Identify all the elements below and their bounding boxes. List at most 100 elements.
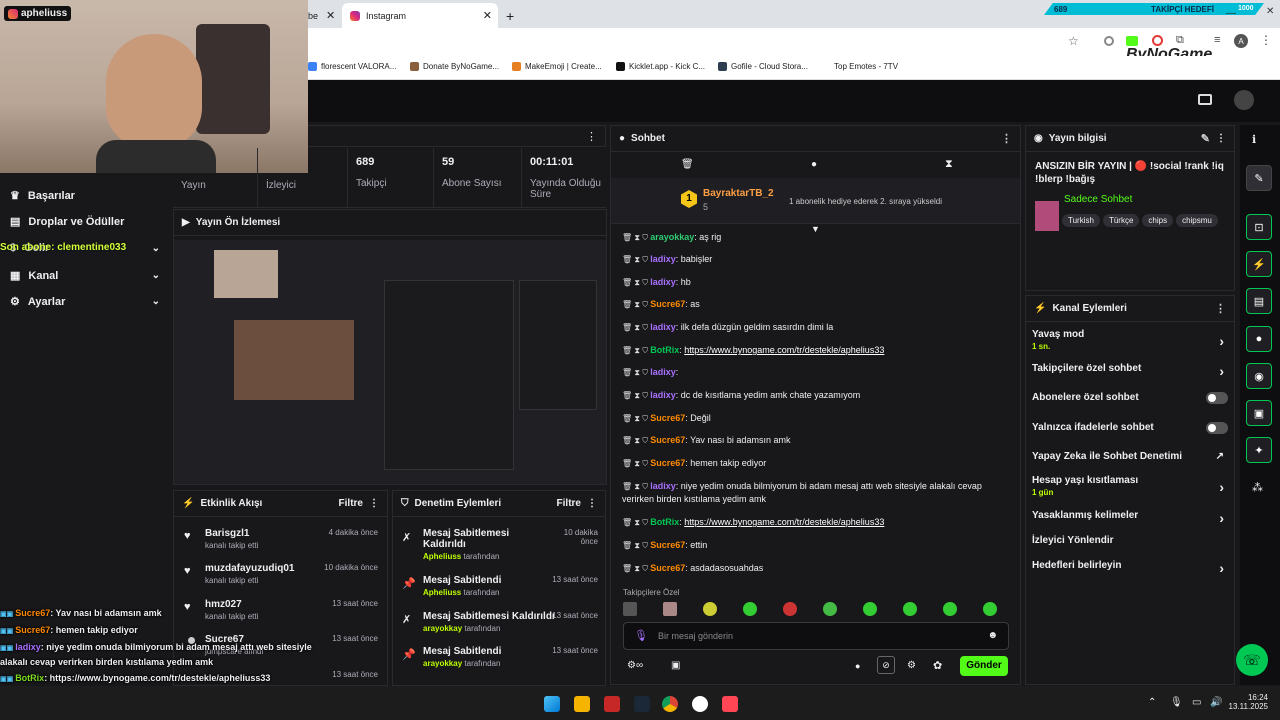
- menu-dots-icon[interactable]: ⋮: [587, 498, 597, 509]
- bookmark[interactable]: Donate ByNoGame...: [410, 62, 499, 71]
- chat-username[interactable]: Sucre67: [650, 299, 685, 309]
- filter-button[interactable]: Filtre: [557, 498, 581, 509]
- sidebar-item-drops[interactable]: ▤ Droplar ve Ödüller: [10, 215, 160, 229]
- volume-icon[interactable]: 🔊: [1210, 697, 1222, 708]
- channel-action-row[interactable]: Abonelere özel sohbet: [1032, 392, 1228, 404]
- support-icon[interactable]: ☏: [1236, 644, 1268, 676]
- screen-icon[interactable]: [1198, 94, 1212, 105]
- chat-username[interactable]: ladixy: [650, 367, 676, 377]
- chat-username[interactable]: ladixy: [650, 481, 676, 491]
- chat-username[interactable]: ladixy: [650, 277, 676, 287]
- mod-icons[interactable]: 🗑 ⧗ ⛉: [622, 436, 650, 445]
- menu-dots-icon[interactable]: ⋮: [1260, 33, 1272, 47]
- chat-username[interactable]: Sucre67: [650, 540, 685, 550]
- tag[interactable]: Turkish: [1062, 214, 1100, 227]
- record-extension-icon[interactable]: [1152, 35, 1163, 46]
- mod-user[interactable]: Apheliuss: [423, 552, 461, 561]
- mod-icons[interactable]: 🗑 ⧗ ⛉: [622, 278, 650, 287]
- trash-icon[interactable]: 🗑: [681, 159, 694, 170]
- chat-link[interactable]: https://www.bynogame.com/tr/destekle/aph…: [684, 517, 884, 527]
- close-window-icon[interactable]: ✕: [1266, 6, 1274, 17]
- category-thumbnail[interactable]: [1035, 201, 1059, 231]
- mod-icons[interactable]: 🗑 ⧗ ⛉: [622, 414, 650, 423]
- file-explorer-icon[interactable]: [574, 696, 590, 712]
- chat-username[interactable]: BotRix: [650, 345, 679, 355]
- layout-icon[interactable]: ▣: [1246, 400, 1272, 426]
- emoji-icon[interactable]: ☻: [987, 630, 998, 641]
- network-icon[interactable]: ▭: [1192, 697, 1201, 708]
- bookmark[interactable]: Gofile - Cloud Stora...: [718, 62, 808, 71]
- gifter-name[interactable]: BayraktarTB_2: [703, 188, 774, 199]
- reading-list-icon[interactable]: ≡: [1214, 34, 1220, 46]
- extension-icon[interactable]: [1104, 36, 1114, 46]
- chrome-icon[interactable]: [662, 696, 678, 712]
- kick-extension-icon[interactable]: [1126, 36, 1138, 46]
- channel-action-row[interactable]: Takipçilere özel sohbet ›: [1032, 363, 1228, 379]
- menu-dots-icon[interactable]: ⋮: [1001, 132, 1012, 145]
- channel-action-row[interactable]: Yapay Zeka ile Sohbet Denetimi ↗: [1032, 451, 1228, 462]
- windows-start-icon[interactable]: [544, 696, 560, 712]
- emote[interactable]: [863, 602, 877, 616]
- mod-icons[interactable]: 🗑 ⧗ ⛉: [622, 300, 650, 309]
- emote[interactable]: [623, 602, 637, 616]
- sidebar-item-channel[interactable]: ▦ Kanal ⌄: [10, 269, 160, 283]
- emote[interactable]: [703, 602, 717, 616]
- channel-action-row[interactable]: İzleyici Yönlendir: [1032, 535, 1228, 546]
- chat-username[interactable]: Sucre67: [650, 563, 685, 573]
- mod-icons[interactable]: 🗑 ⧗ ⛉: [622, 482, 650, 491]
- mod-icons[interactable]: 🗑 ⧗ ⛉: [622, 564, 650, 573]
- tag[interactable]: chipsmu: [1176, 214, 1218, 227]
- speech-bubble-icon[interactable]: ●: [855, 661, 860, 671]
- bookmark[interactable]: MakeEmoji | Create...: [512, 62, 602, 71]
- menu-dots-icon[interactable]: ⋮: [1216, 133, 1226, 144]
- mod-icons[interactable]: 🗑 ⧗ ⛉: [622, 541, 650, 550]
- mod-icons[interactable]: 🗑 ⧗ ⛉: [622, 255, 650, 264]
- new-tab-icon[interactable]: +: [506, 3, 514, 28]
- gear-icon[interactable]: ⚙: [907, 660, 916, 671]
- bookmark[interactable]: Top Emotes - 7TV: [834, 62, 898, 71]
- send-button[interactable]: Gönder: [960, 656, 1008, 676]
- mod-icons[interactable]: 🗑 ⧗ ⛉: [622, 233, 650, 242]
- star-icon[interactable]: ☆: [1068, 34, 1079, 48]
- emote[interactable]: [823, 602, 837, 616]
- profile-avatar[interactable]: A: [1234, 34, 1248, 48]
- chat-username[interactable]: ladixy: [650, 390, 676, 400]
- app-icon[interactable]: [604, 696, 620, 712]
- obs-icon[interactable]: [692, 696, 708, 712]
- emote[interactable]: [983, 602, 997, 616]
- bookmark[interactable]: florescent VALORA...: [308, 62, 396, 71]
- mod-icons[interactable]: 🗑 ⧗ ⛉: [622, 518, 650, 527]
- stream-preview-video[interactable]: [174, 240, 606, 484]
- hourglass-icon[interactable]: ⧗: [945, 158, 953, 171]
- address-bar[interactable]: ☆ ⧉ ≡ A ⋮ ByNoGame: [308, 28, 1280, 63]
- store-icon[interactable]: ▣: [671, 660, 680, 671]
- avatar[interactable]: [1234, 90, 1254, 110]
- mod-user[interactable]: Apheliuss: [423, 588, 461, 597]
- bolt-icon[interactable]: ⚡: [1246, 251, 1272, 277]
- valorant-icon[interactable]: [722, 696, 738, 712]
- wrench-icon[interactable]: ✦: [1246, 437, 1272, 463]
- microphone-icon[interactable]: 🎙: [634, 629, 648, 642]
- mod-icons[interactable]: 🗑 ⧗ ⛉: [622, 391, 650, 400]
- apps-icon[interactable]: ⁂: [1252, 481, 1263, 494]
- channel-action-row[interactable]: Yalnızca ifadelerle sohbet: [1032, 422, 1228, 434]
- chat-username[interactable]: Sucre67: [650, 435, 685, 445]
- emote[interactable]: [743, 602, 757, 616]
- mod-icons[interactable]: 🗑 ⧗ ⛉: [622, 346, 650, 355]
- emote[interactable]: [903, 602, 917, 616]
- edit-icon[interactable]: ✎: [1201, 132, 1210, 145]
- mod-icons[interactable]: 🗑 ⧗ ⛉: [622, 368, 650, 377]
- clock[interactable]: 16:24 13.11.2025: [1228, 693, 1268, 711]
- chat-username[interactable]: BotRix: [650, 517, 679, 527]
- minimize-icon[interactable]: —: [1226, 8, 1236, 19]
- toggle-switch[interactable]: [1206, 422, 1228, 434]
- emote[interactable]: [943, 602, 957, 616]
- chat-username[interactable]: ladixy: [650, 254, 676, 264]
- mod-icons[interactable]: 🗑 ⧗ ⛉: [622, 459, 650, 468]
- channel-action-row[interactable]: Hesap yaşı kısıtlaması 1 gün ›: [1032, 475, 1228, 497]
- chat-username[interactable]: arayokkay: [650, 232, 694, 242]
- sidebar-item-settings[interactable]: ⚙ Ayarlar ⌄: [10, 295, 160, 309]
- tag[interactable]: Türkçe: [1102, 214, 1140, 227]
- info-icon[interactable]: ℹ: [1252, 133, 1256, 146]
- menu-dots-icon[interactable]: ⋮: [369, 498, 379, 509]
